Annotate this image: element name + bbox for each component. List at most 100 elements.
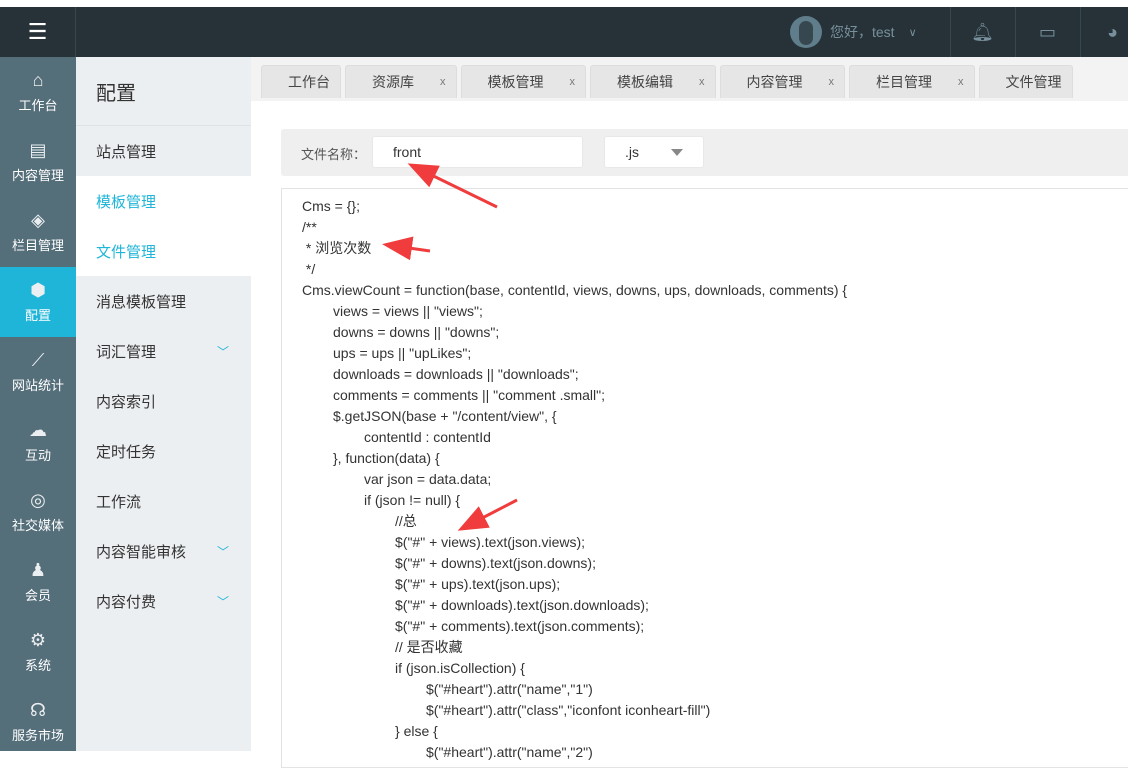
sub-menu-item[interactable]: 内容付费 ﹀ — [76, 576, 251, 626]
code-line: if (json.isCollection) { — [395, 660, 525, 676]
sub-menu-item[interactable]: 内容智能审核 ﹀ — [76, 526, 251, 576]
tab[interactable]: 资源库 x — [345, 65, 457, 98]
code-line: $("#" + downs).text(json.downs); — [395, 555, 596, 571]
nav-icon: ⟋ — [31, 350, 45, 370]
top-header: ☰ 您好，test ∨ 🔔︎ ▭ ◕ — [0, 7, 1128, 57]
nav-label: 内容管理 — [11, 168, 64, 183]
code-line: $.getJSON(base + "/content/view", { — [333, 408, 557, 424]
nav-item[interactable]: ⌂ 工作台 — [0, 57, 76, 127]
hamburger-icon[interactable]: ☰ — [0, 7, 76, 57]
nav-label: 栏目管理 — [11, 238, 64, 253]
chevron-down-icon: ﹀ — [216, 594, 229, 609]
nav-icon: ⌂ — [32, 70, 44, 90]
sub-menu-label: 模板管理 — [96, 193, 157, 211]
tab-label: 内容管理 — [746, 74, 803, 90]
close-icon[interactable]: x — [958, 76, 964, 88]
nav-item[interactable]: ◈ 栏目管理 — [0, 197, 76, 267]
tab[interactable]: 模板编辑 x — [590, 65, 716, 98]
chevron-down-icon: ﹀ — [216, 344, 229, 359]
tab[interactable]: 内容管理 x — [719, 65, 845, 98]
nav-icon: ♟ — [29, 560, 47, 580]
tab-label: 模板管理 — [487, 74, 544, 90]
nav-item[interactable]: ⬢ 配置 — [0, 267, 76, 337]
sub-menu-label: 内容智能审核 — [96, 543, 187, 561]
sub-menu-label: 文件管理 — [96, 243, 157, 261]
nav-icon: ⚙ — [29, 630, 47, 650]
close-icon[interactable]: x — [699, 76, 705, 88]
palette-icon[interactable]: ◕ — [1080, 7, 1128, 57]
code-line: ups = ups || "upLikes"; — [333, 345, 472, 361]
extension-value: .js — [625, 144, 639, 160]
code-line: /** — [302, 219, 317, 235]
sub-menu-label: 词汇管理 — [96, 343, 157, 361]
extension-select[interactable]: .js — [604, 136, 704, 168]
close-icon[interactable]: x — [440, 76, 446, 88]
nav-icon: ◈ — [31, 210, 45, 230]
tab[interactable]: 模板管理 x — [460, 65, 586, 98]
nav-label: 会员 — [24, 588, 51, 603]
sub-menu-label: 内容付费 — [96, 593, 157, 611]
monitor-icon[interactable]: ▭ — [1015, 7, 1079, 57]
code-line: $("#heart").attr("name","1") — [426, 681, 593, 697]
code-line: downloads = downloads || "downloads"; — [333, 366, 579, 382]
nav-item[interactable]: ☁ 互动 — [0, 407, 76, 477]
nav-item[interactable]: ◎ 社交媒体 — [0, 477, 76, 547]
file-bar: 文件名称： front .js — [281, 129, 1128, 176]
sub-menu-label: 定时任务 — [96, 443, 157, 461]
code-line: Cms = {}; — [302, 198, 360, 214]
code-line: var json = data.data; — [364, 471, 492, 487]
nav-item[interactable]: ▤ 内容管理 — [0, 127, 76, 197]
sub-menu-item[interactable]: 工作流 — [76, 476, 251, 526]
code-line: // 是否收藏 — [395, 639, 463, 655]
sub-menu-label: 消息模板管理 — [96, 293, 187, 311]
code-editor[interactable]: Cms = {}; /** * 浏览次数 */ Cms.viewCount = fu… — [281, 188, 1128, 768]
sub-menu-label: 工作流 — [96, 493, 142, 511]
avatar — [790, 16, 822, 48]
sub-menu-item[interactable]: 内容索引 — [76, 376, 251, 426]
bell-icon[interactable]: 🔔︎ — [950, 7, 1014, 57]
code-line: $("#" + downloads).text(json.downloads); — [395, 597, 649, 613]
tab[interactable]: 栏目管理 x — [849, 65, 975, 98]
nav-label: 工作台 — [18, 98, 58, 113]
code-line: contentId : contentId — [364, 429, 491, 445]
code-line: //总 — [395, 513, 417, 529]
tab-bar: 工作台 资源库 x 模板管理 x 模板编辑 x 内容管理 x 栏目管理 x 文件管理 — [251, 57, 1128, 101]
file-name-label: 文件名称： — [301, 147, 367, 162]
tab[interactable]: 文件管理 — [978, 65, 1073, 98]
close-icon[interactable]: x — [829, 76, 835, 88]
nav-label: 社交媒体 — [11, 518, 64, 533]
code-line: $("#" + views).text(json.views); — [395, 534, 586, 550]
top-strip — [0, 0, 1128, 7]
tab-label: 文件管理 — [1005, 74, 1062, 90]
file-name-input[interactable]: front — [372, 136, 583, 168]
tab[interactable]: 工作台 — [261, 65, 341, 98]
nav-label: 互动 — [24, 448, 51, 463]
code-line: */ — [302, 261, 316, 277]
sub-menu-item[interactable]: 模板管理 — [76, 176, 251, 226]
sub-menu-item[interactable]: 文件管理 — [76, 226, 251, 276]
code-line: comments = comments || "comment .small"; — [333, 387, 606, 403]
close-icon[interactable]: x — [570, 76, 576, 88]
nav-item[interactable]: ⚙ 系统 — [0, 617, 76, 687]
nav-label: 服务市场 — [11, 728, 64, 743]
sub-menu-item[interactable]: 词汇管理 ﹀ — [76, 326, 251, 376]
nav-icon: ◎ — [30, 490, 46, 510]
nav-item[interactable]: ♟ 会员 — [0, 547, 76, 617]
nav-item[interactable]: ⟋ 网站统计 — [0, 337, 76, 407]
sub-menu-item[interactable]: 站点管理 — [76, 126, 251, 176]
sub-menu-item[interactable]: 定时任务 — [76, 426, 251, 476]
code-line: * 浏览次数 — [302, 240, 372, 256]
nav-label: 网站统计 — [11, 378, 64, 393]
code-line: views = views || "views"; — [333, 303, 483, 319]
sub-menu-item[interactable]: 消息模板管理 — [76, 276, 251, 326]
caret-down-icon — [671, 149, 683, 156]
code-line: $("#heart").attr("class","iconfont iconh… — [426, 702, 711, 718]
greeting: 您好，test — [830, 24, 895, 40]
user-menu[interactable]: 您好，test ∨ — [790, 16, 917, 48]
sub-menu-label: 站点管理 — [96, 143, 157, 161]
nav-icon: ▤ — [29, 140, 47, 160]
chevron-down-icon: ﹀ — [216, 544, 229, 559]
nav-item[interactable]: ☊ 服务市场 — [0, 687, 76, 757]
nav-label: 配置 — [24, 308, 51, 323]
sub-menu-title: 配置 — [76, 57, 251, 126]
